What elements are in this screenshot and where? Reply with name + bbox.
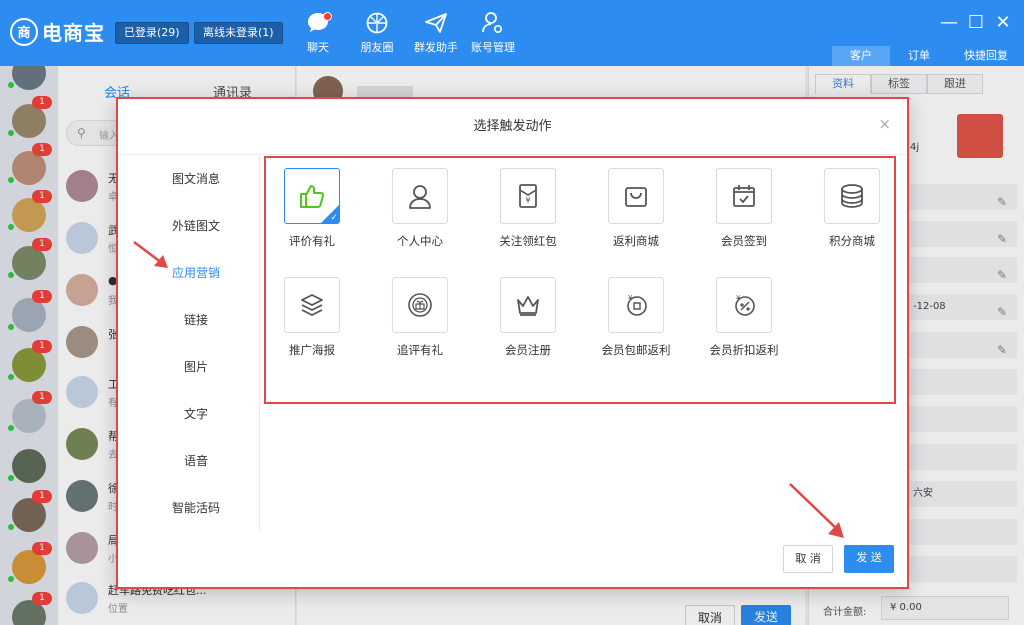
action-icon-frame: ¥: [608, 277, 664, 333]
checkmark-icon: ✓: [330, 213, 338, 223]
logo-mark: 商: [10, 17, 38, 46]
action-icon-frame: [500, 277, 556, 333]
close-window-button[interactable]: ✕: [992, 12, 1014, 33]
action-icon-frame: ¥: [500, 168, 556, 224]
account-tool[interactable]: 账号管理: [463, 10, 523, 55]
action-label: 追评有礼: [397, 343, 443, 357]
shipping-rebate-icon: ¥: [627, 294, 647, 316]
mass-send-tool[interactable]: 群发助手: [406, 10, 466, 55]
menu-item-image[interactable]: 图片: [132, 358, 260, 375]
action-follow-red-packet[interactable]: ¥ 关注领红包: [478, 168, 578, 249]
user-icon: [409, 185, 431, 209]
offline-button[interactable]: 离线未登录(1): [194, 22, 283, 44]
layers-icon: [301, 294, 323, 316]
action-label: 积分商城: [829, 234, 875, 248]
menu-item-text[interactable]: 文字: [132, 405, 260, 422]
tab-quick-reply[interactable]: 快捷回复: [948, 46, 1024, 66]
gift-badge-icon: [408, 293, 432, 317]
action-label: 会员注册: [505, 343, 551, 357]
action-label: 会员包邮返利: [601, 343, 671, 357]
minimize-button[interactable]: —: [938, 12, 960, 33]
send-icon: [425, 13, 447, 33]
action-icon-frame: [608, 168, 664, 224]
tab-customer[interactable]: 客户: [832, 46, 890, 66]
crown-icon: [517, 296, 539, 316]
dialog-title: 选择触发动作: [118, 99, 907, 155]
close-icon[interactable]: ×: [878, 115, 891, 133]
action-points-mall[interactable]: 积分商城: [802, 168, 902, 249]
moments-tool[interactable]: 朋友圈: [347, 10, 407, 55]
app-logo: 商 电商宝: [10, 17, 105, 46]
right-top-tabs: 客户 订单 快捷回复: [832, 46, 1024, 66]
action-label: 评价有礼: [289, 234, 335, 248]
moments-tool-label: 朋友圈: [360, 41, 394, 54]
trigger-action-dialog: 选择触发动作 × 图文消息 外链图文 应用营销 链接 图片 文字 语音 智能活码…: [116, 97, 909, 589]
red-packet-icon: ¥: [519, 184, 537, 208]
action-member-checkin[interactable]: 会员签到: [694, 168, 794, 249]
action-icon-frame: [824, 168, 880, 224]
action-rebate-mall[interactable]: 返利商城: [586, 168, 686, 249]
brand-name: 电商宝: [42, 21, 105, 45]
menu-item-rich-media[interactable]: 图文消息: [132, 170, 260, 187]
logged-in-button[interactable]: 已登录(29): [115, 22, 189, 44]
action-icon-frame: [392, 277, 448, 333]
discount-tag-icon: ¥: [735, 294, 755, 316]
action-category-menu: 图文消息 外链图文 应用营销 链接 图片 文字 语音 智能活码: [132, 156, 260, 531]
action-follow-review-gift[interactable]: 追评有礼: [370, 277, 470, 358]
dialog-cancel-button[interactable]: 取 消: [783, 545, 833, 573]
action-icon-frame: [716, 168, 772, 224]
svg-text:¥: ¥: [525, 196, 530, 205]
mass-send-tool-label: 群发助手: [414, 41, 458, 54]
action-grid: ✓ 评价有礼 个人中心 ¥ 关注领红包 返利商城 会员签到 积分商城 推广海报 …: [264, 156, 896, 404]
action-review-gift[interactable]: ✓ 评价有礼: [262, 168, 362, 249]
dialog-send-button[interactable]: 发 送: [844, 545, 894, 573]
title-bar: 商 电商宝 已登录(29) 离线未登录(1) 聊天 朋友圈 群发助手 账号管理 …: [0, 0, 1024, 66]
svg-text:¥: ¥: [628, 294, 633, 302]
coins-stack-icon: [841, 184, 863, 208]
chat-tool[interactable]: 聊天: [288, 10, 348, 55]
action-icon-frame: ¥: [716, 277, 772, 333]
menu-item-smart-qr[interactable]: 智能活码: [132, 499, 260, 516]
menu-item-app-marketing[interactable]: 应用营销: [132, 264, 260, 281]
calendar-check-icon: [733, 185, 755, 207]
action-promo-poster[interactable]: 推广海报: [262, 277, 362, 358]
maximize-button[interactable]: ☐: [965, 12, 987, 33]
action-member-discount-rebate[interactable]: ¥ 会员折扣返利: [694, 277, 794, 358]
menu-item-voice[interactable]: 语音: [132, 452, 260, 469]
action-label: 会员折扣返利: [709, 343, 779, 357]
chat-tool-label: 聊天: [307, 41, 329, 54]
action-label: 关注领红包: [499, 234, 557, 248]
action-label: 会员签到: [721, 234, 767, 248]
account-tool-label: 账号管理: [471, 41, 515, 54]
action-member-register[interactable]: 会员注册: [478, 277, 578, 358]
action-icon-frame: [284, 277, 340, 333]
menu-item-external-link-article[interactable]: 外链图文: [132, 217, 260, 234]
action-icon-frame: [392, 168, 448, 224]
action-label: 返利商城: [613, 234, 659, 248]
action-label: 推广海报: [289, 343, 335, 357]
account-icon: [482, 12, 503, 34]
tab-orders[interactable]: 订单: [890, 46, 948, 66]
shopping-bag-icon: [625, 187, 647, 207]
action-personal-center[interactable]: 个人中心: [370, 168, 470, 249]
moments-icon: [366, 12, 388, 34]
action-icon-frame: ✓: [284, 168, 340, 224]
action-label: 个人中心: [397, 234, 443, 248]
svg-text:¥: ¥: [736, 294, 741, 302]
action-member-free-shipping-rebate[interactable]: ¥ 会员包邮返利: [586, 277, 686, 358]
menu-item-link[interactable]: 链接: [132, 311, 260, 328]
notification-dot: [323, 12, 332, 21]
